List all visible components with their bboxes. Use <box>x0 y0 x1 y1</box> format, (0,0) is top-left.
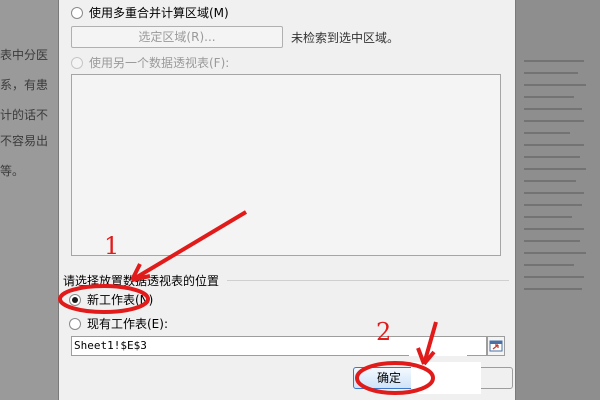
pivot-table-list[interactable] <box>71 74 501 256</box>
select-range-button[interactable]: 选定区域(R)... <box>71 26 283 48</box>
obscured-area <box>411 362 481 394</box>
step-number-1: 1 <box>104 232 120 260</box>
collapse-dialog-button[interactable] <box>487 336 505 356</box>
obscured-area <box>409 340 467 356</box>
existing-worksheet-option[interactable]: 现有工作表(E): <box>69 315 168 332</box>
existing-worksheet-radio[interactable] <box>69 317 81 330</box>
create-pivot-table-dialog: 使用多重合并计算区域(M) 选定区域(R)... 未检索到选中区域。 使用另一个… <box>58 0 516 400</box>
other-pivot-label: 使用另一个数据透视表(F): <box>89 56 230 70</box>
existing-worksheet-label: 现有工作表(E): <box>87 317 168 331</box>
multi-range-label: 使用多重合并计算区域(M) <box>89 6 229 20</box>
other-pivot-option[interactable]: 使用另一个数据透视表(F): <box>71 54 229 71</box>
range-select-icon <box>489 340 503 352</box>
multi-range-radio[interactable] <box>71 6 83 19</box>
multi-range-option[interactable]: 使用多重合并计算区域(M) <box>71 4 229 21</box>
background-text: 系，有患 <box>0 78 49 92</box>
select-range-note: 未检索到选中区域。 <box>291 31 400 45</box>
background-text: 不容易出 <box>0 134 49 148</box>
section-divider <box>227 280 509 281</box>
new-worksheet-option[interactable]: 新工作表(N) <box>69 291 153 308</box>
background-document-left: 表中分医 系，有患 计的话不 不容易出 等。 <box>0 0 58 400</box>
background-text: 表中分医 <box>0 48 49 62</box>
step-number-2: 2 <box>376 318 392 346</box>
other-pivot-radio[interactable] <box>71 56 83 69</box>
background-text: 等。 <box>0 164 25 178</box>
background-text: 计的话不 <box>0 108 49 122</box>
new-worksheet-label: 新工作表(N) <box>87 293 154 307</box>
background-spreadsheet-right <box>516 0 600 400</box>
new-worksheet-radio[interactable] <box>69 293 81 306</box>
location-section-title: 请选择放置数据透视表的位置 <box>63 274 220 288</box>
